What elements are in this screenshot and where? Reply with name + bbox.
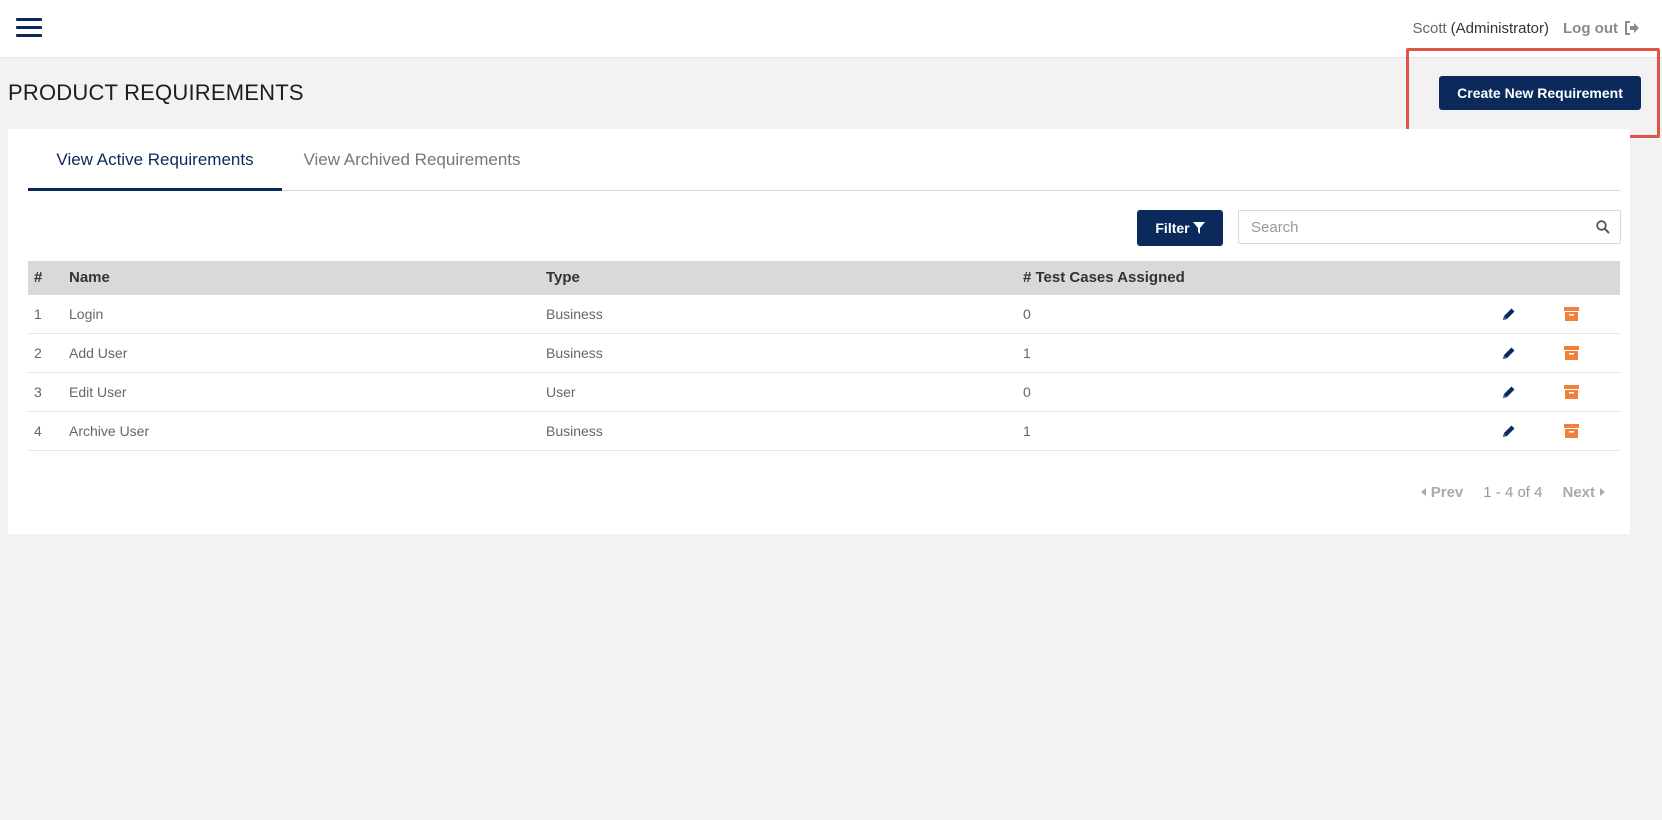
pagination: Prev 1 - 4 of 4 Next	[1416, 482, 1610, 502]
prev-page-button[interactable]: Prev	[1416, 483, 1464, 501]
pagination-info: 1 - 4 of 4	[1483, 483, 1543, 501]
row-type: Business	[546, 423, 603, 439]
row-type: User	[546, 384, 576, 400]
filter-button[interactable]: Filter	[1137, 210, 1223, 246]
archive-box-icon[interactable]	[1564, 307, 1579, 321]
pencil-icon[interactable]	[1502, 385, 1516, 399]
row-name: Add User	[69, 345, 128, 361]
pencil-icon[interactable]	[1502, 307, 1516, 321]
archive-box-icon[interactable]	[1564, 424, 1579, 438]
table-row: 2 Add User Business 1	[28, 334, 1620, 373]
archive-box-icon[interactable]	[1564, 385, 1579, 399]
row-name: Login	[69, 306, 104, 322]
header-name: Name	[69, 269, 110, 286]
next-label: Next	[1562, 483, 1595, 501]
logout-label: Log out	[1563, 19, 1618, 37]
search-box	[1238, 210, 1621, 244]
search-icon[interactable]	[1596, 220, 1610, 234]
table-row: 1 Login Business 0	[28, 295, 1620, 334]
row-test-case-count: 1	[1023, 423, 1031, 439]
header-test-cases-assigned: # Test Cases Assigned	[1023, 269, 1185, 286]
logout-link[interactable]: Log out	[1563, 20, 1640, 37]
row-number: 1	[34, 306, 42, 322]
funnel-icon	[1192, 222, 1205, 234]
row-test-case-count: 0	[1023, 384, 1031, 400]
sign-out-icon	[1625, 21, 1639, 35]
filter-label: Filter	[1155, 220, 1190, 236]
header-type: Type	[546, 269, 580, 286]
row-type: Business	[546, 345, 603, 361]
user-name: Scott	[1412, 19, 1447, 37]
row-name: Archive User	[69, 423, 150, 439]
table-row: 3 Edit User User 0	[28, 373, 1620, 412]
tab-view-archived-requirements[interactable]: View Archived Requirements	[282, 129, 542, 191]
create-new-requirement-button[interactable]: Create New Requirement	[1439, 76, 1641, 110]
tab-bar: View Active Requirements View Archived R…	[28, 129, 1620, 191]
header-number: #	[34, 269, 43, 286]
prev-label: Prev	[1430, 483, 1464, 501]
row-name: Edit User	[69, 384, 127, 400]
user-area: Scott (Administrator) Log out	[1412, 17, 1640, 39]
hamburger-icon[interactable]	[16, 18, 42, 38]
row-number: 3	[34, 384, 42, 400]
next-page-button[interactable]: Next	[1562, 484, 1610, 501]
requirements-card: View Active Requirements View Archived R…	[8, 129, 1630, 534]
search-input[interactable]	[1239, 211, 1579, 243]
page-title: PRODUCT REQUIREMENTS	[8, 80, 304, 105]
user-role: (Administrator)	[1450, 19, 1550, 37]
caret-left-icon	[1420, 488, 1426, 496]
table-row: 4 Archive User Business 1	[28, 412, 1620, 451]
requirements-table: # Name Type # Test Cases Assigned 1 Logi…	[28, 261, 1620, 451]
table-header: # Name Type # Test Cases Assigned	[28, 261, 1620, 295]
archive-box-icon[interactable]	[1564, 346, 1579, 360]
row-type: Business	[546, 306, 603, 322]
pencil-icon[interactable]	[1502, 346, 1516, 360]
row-number: 2	[34, 345, 42, 361]
row-test-case-count: 0	[1023, 306, 1031, 322]
row-test-case-count: 1	[1023, 345, 1031, 361]
pencil-icon[interactable]	[1502, 424, 1516, 438]
tab-view-active-requirements[interactable]: View Active Requirements	[28, 129, 282, 191]
caret-right-icon	[1600, 488, 1605, 496]
row-number: 4	[34, 423, 42, 439]
